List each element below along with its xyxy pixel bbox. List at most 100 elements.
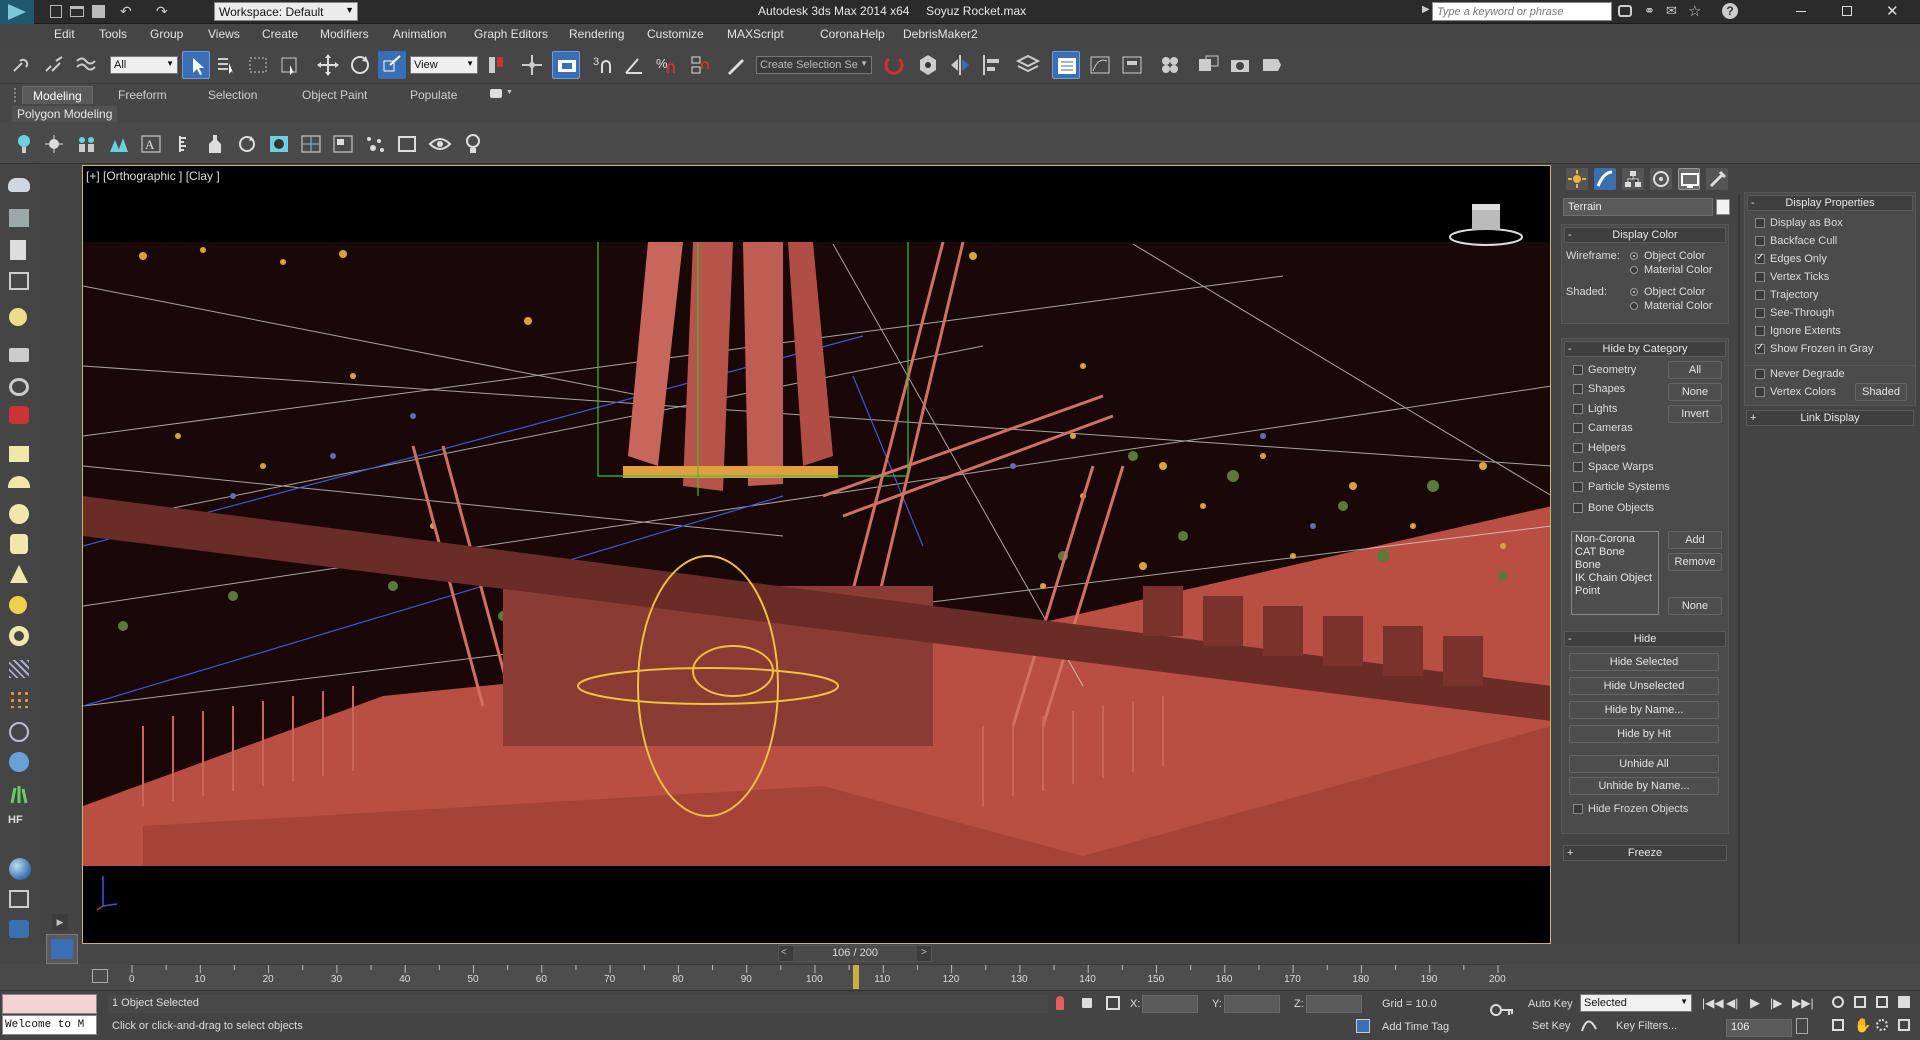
lightbulb-icon[interactable] (464, 133, 482, 155)
percent-snap-icon[interactable]: % (652, 51, 680, 79)
favorites-star-icon[interactable]: ☆ (1688, 2, 1701, 20)
category-all-button[interactable]: All (1668, 361, 1722, 379)
display-properties-header[interactable]: - Display Properties (1747, 195, 1913, 211)
goto-start-icon[interactable]: |◀◀ (1702, 996, 1724, 1010)
hide-unselected-button[interactable]: Hide Unselected (1569, 677, 1719, 695)
select-and-link-icon[interactable] (8, 51, 36, 79)
snaps-toggle-icon[interactable]: 3 (590, 51, 618, 79)
category-add-button[interactable]: Add (1668, 531, 1722, 549)
infocenter-expand-icon[interactable]: ▶ (1422, 4, 1430, 15)
align-icon[interactable] (914, 51, 942, 79)
torus-primitive-icon[interactable] (9, 626, 29, 646)
tree-foliage-icon[interactable] (108, 134, 130, 154)
hide-by-category-header[interactable]: - Hide by Category (1564, 341, 1726, 357)
rectangular-selection-icon[interactable] (244, 51, 272, 79)
sphere-primitive-icon[interactable] (9, 504, 29, 524)
particle-system-icon[interactable] (9, 690, 29, 708)
category-none-button[interactable]: None (1668, 383, 1722, 401)
list-item[interactable]: Bone (1575, 559, 1655, 572)
app-logo-icon[interactable] (0, 0, 34, 24)
hide-bone-objects-checkbox[interactable] (1573, 503, 1583, 513)
selection-lock-icon[interactable] (1082, 998, 1092, 1008)
schematic-view-icon[interactable] (1118, 51, 1146, 79)
set-key-button[interactable]: Set Key (1532, 1020, 1571, 1032)
previous-frame-icon[interactable]: ◀| (1726, 996, 1738, 1010)
frame-icon[interactable] (396, 134, 418, 154)
render-production-icon[interactable] (1258, 51, 1286, 79)
hide-helpers-checkbox[interactable] (1573, 443, 1583, 453)
layer-manager-icon[interactable] (1014, 51, 1042, 79)
cylinder-primitive-icon[interactable] (10, 534, 28, 554)
quick-access-new-icon[interactable] (50, 5, 62, 18)
target-light-icon[interactable] (14, 133, 34, 155)
workspace-dropdown[interactable]: Workspace: Default ▼ (214, 2, 358, 21)
list-item[interactable]: Non-Corona (1575, 533, 1655, 546)
mirror-tool-icon[interactable] (946, 51, 974, 79)
vertex-colors-checkbox[interactable] (1755, 387, 1765, 397)
pan-view-icon[interactable]: ✋ (1854, 1017, 1871, 1034)
hide-by-hit-button[interactable]: Hide by Hit (1569, 725, 1719, 743)
omni-light-icon[interactable] (44, 134, 64, 154)
select-and-move-icon[interactable] (314, 51, 342, 79)
freeze-header[interactable]: + Freeze (1563, 845, 1727, 861)
undo-icon[interactable]: ↶ (120, 3, 132, 20)
bottle-icon[interactable] (206, 133, 224, 155)
particle-icon[interactable] (364, 134, 386, 154)
rotate-view-icon[interactable] (236, 134, 258, 154)
ribbon-options-icon[interactable] (490, 89, 502, 98)
list-item[interactable]: IK Chain Object (1575, 572, 1655, 585)
category-list-none-button[interactable]: None (1668, 597, 1722, 615)
selection-filter-dropdown[interactable]: All ▼ (110, 56, 178, 74)
trajectory-checkbox[interactable] (1755, 290, 1765, 300)
sphere-map-icon[interactable] (268, 134, 290, 154)
y-coord-field[interactable] (1224, 995, 1280, 1013)
record-icon[interactable] (9, 406, 29, 424)
modify-tab-icon[interactable] (1594, 168, 1616, 190)
wireframe-material-color-radio[interactable] (1630, 266, 1638, 274)
time-prev-arrow-icon[interactable]: < (781, 947, 787, 958)
viewport-scene[interactable] (83, 166, 1551, 944)
render-frame-icon[interactable] (9, 890, 29, 908)
utilities-tab-icon[interactable] (1706, 168, 1728, 190)
vertex-ticks-checkbox[interactable] (1755, 272, 1765, 282)
hide-header[interactable]: - Hide (1564, 631, 1726, 647)
z-coord-field[interactable] (1306, 995, 1362, 1013)
display-tab-icon[interactable] (1678, 168, 1700, 190)
shaded-material-color-radio[interactable] (1630, 302, 1638, 310)
track-bar-menu-icon[interactable] (92, 969, 108, 983)
menu-maxscript[interactable]: MAXScript (727, 27, 784, 41)
hide-frozen-objects-checkbox[interactable] (1573, 804, 1583, 814)
minimize-icon[interactable] (1796, 11, 1806, 12)
viewport-layout-icon[interactable] (332, 134, 354, 154)
ribbon-grip-icon[interactable] (14, 88, 18, 102)
list-item[interactable]: CAT Bone (1575, 546, 1655, 559)
select-and-manipulate-icon[interactable] (518, 51, 546, 79)
redo-icon[interactable]: ↷ (156, 3, 168, 20)
ruler-icon[interactable] (176, 134, 192, 154)
unhide-all-button[interactable]: Unhide All (1569, 755, 1719, 773)
polygon-modeling-label[interactable]: Polygon Modeling (12, 106, 118, 122)
field-of-view-icon[interactable] (1832, 1019, 1844, 1031)
render-setup-icon[interactable] (1194, 51, 1222, 79)
grass-icon[interactable] (9, 784, 29, 804)
keyboard-shortcut-override-icon[interactable] (552, 51, 580, 79)
menu-debrismaker2[interactable]: DebrisMaker2 (903, 27, 978, 41)
tab-object-paint[interactable]: Object Paint (292, 86, 377, 104)
scene-explorer-icon[interactable] (1052, 51, 1080, 79)
maxscript-listener-top[interactable] (2, 994, 97, 1014)
hemisphere-primitive-icon[interactable] (8, 476, 30, 488)
current-frame-marker[interactable] (852, 965, 859, 989)
orbit-icon[interactable] (1876, 1019, 1888, 1031)
list-item[interactable]: Point (1575, 585, 1655, 598)
helper-icon[interactable] (9, 378, 29, 396)
pivot-center-icon[interactable] (482, 51, 510, 79)
select-by-name-icon[interactable] (212, 51, 240, 79)
select-and-scale-icon[interactable] (378, 51, 406, 79)
hair-fur-icon[interactable]: HF (8, 814, 23, 826)
text-icon[interactable]: A (140, 134, 162, 154)
show-frozen-in-gray-checkbox[interactable] (1755, 342, 1765, 354)
x-coord-field[interactable] (1142, 995, 1198, 1013)
track-bar[interactable]: 0 10 20 30 40 50 60 70 80 90 100 110 120 130 140 150 160… (0, 964, 1920, 990)
hide-particle-systems-checkbox[interactable] (1573, 482, 1583, 492)
key-filters-button[interactable]: Key Filters... (1616, 1020, 1677, 1032)
